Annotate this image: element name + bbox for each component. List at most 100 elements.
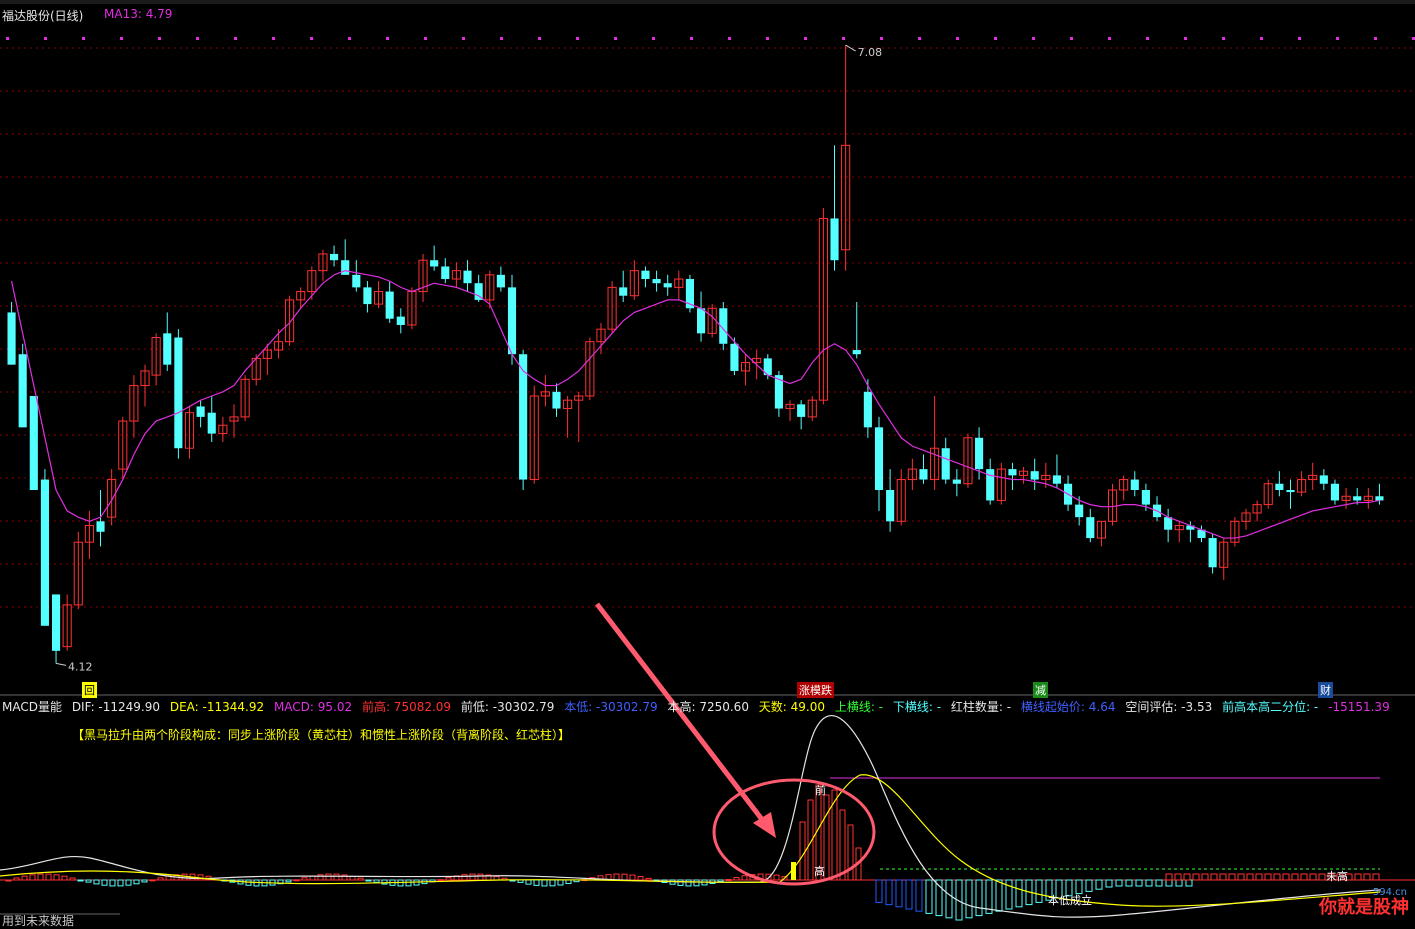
macd-bar	[645, 877, 652, 881]
marker-dot	[234, 37, 237, 40]
candlestick-chart[interactable]: 7.08 4.12 前高本低成立 未高	[0, 0, 1415, 927]
candle-body	[730, 343, 739, 371]
event-tag-cai[interactable]: 财	[1318, 682, 1333, 698]
macd-bar	[13, 877, 20, 881]
macd-bar	[461, 874, 468, 881]
marker-dot	[196, 37, 199, 40]
candle-body	[1319, 475, 1328, 484]
candle-body	[1353, 496, 1362, 501]
macd-bar-red-small	[1246, 873, 1254, 881]
macd-bar-cyan	[1015, 879, 1023, 908]
high-price-label: 7.08	[858, 46, 883, 59]
candle-body	[496, 274, 505, 288]
candle-body	[1075, 504, 1084, 518]
candle-body	[207, 412, 216, 434]
candle-body	[7, 312, 16, 365]
marker-dot	[348, 37, 351, 40]
marker-dot	[1336, 37, 1339, 40]
candle-body	[163, 333, 172, 365]
candle-body	[396, 316, 405, 325]
macd-bar	[29, 874, 36, 881]
marker-dot	[842, 37, 845, 40]
cross-start-value: 横线起始价: 4.64	[1020, 700, 1116, 714]
macd-bar-cyan	[1125, 879, 1133, 887]
marker-dot	[120, 37, 123, 40]
macd-bar-cyan	[925, 879, 933, 914]
marker-dot	[272, 37, 275, 40]
macd-bar-cyan	[1105, 879, 1113, 888]
macd-bar	[773, 874, 780, 881]
macd-bar	[5, 879, 12, 882]
candle-body	[975, 437, 984, 470]
macd-bar	[405, 879, 412, 887]
macd-bar	[77, 879, 84, 882]
macd-bar	[101, 879, 108, 886]
macd-bar	[117, 879, 124, 887]
candle-body	[1330, 483, 1340, 501]
macd-bar	[437, 879, 444, 882]
marker-dot	[1260, 37, 1263, 40]
candle-body	[1086, 517, 1095, 539]
label-gao: 高	[814, 864, 825, 878]
candle-body	[430, 260, 439, 267]
macd-bar-red-small	[1228, 873, 1236, 881]
candle-body	[385, 291, 394, 319]
marker-dot	[956, 37, 959, 40]
label-qian: 前	[815, 783, 826, 797]
space-eval-value: 空间评估: -3.53	[1125, 700, 1213, 714]
marker-dot	[804, 37, 807, 40]
marker-dot	[1108, 37, 1111, 40]
candle-body	[863, 391, 872, 428]
marker-dot	[424, 37, 427, 40]
macd-bar	[21, 875, 28, 881]
event-tag-jian[interactable]: 减	[1033, 682, 1048, 698]
event-tag-zhangmodie[interactable]: 涨模跌	[797, 682, 834, 698]
candle-body	[96, 521, 105, 532]
candle-body	[1286, 490, 1295, 493]
marker-dot	[1070, 37, 1073, 40]
macd-bar-cyan	[1005, 879, 1013, 910]
macd-bar	[357, 877, 364, 881]
low-pointer	[55, 662, 67, 666]
candle-body	[941, 448, 950, 480]
macd-bar-red-small	[1291, 873, 1299, 881]
watermark-logo: 你就是股神	[1319, 897, 1409, 918]
macd-bar-red-small	[1210, 873, 1218, 881]
marker-dot	[728, 37, 731, 40]
marker-dot	[82, 37, 85, 40]
macd-bar	[693, 879, 700, 887]
marker-dot	[994, 37, 997, 40]
candle-body	[830, 218, 839, 261]
macd-bar	[109, 879, 116, 887]
macd-bar-red-small	[1219, 873, 1227, 881]
macd-bar-red	[799, 821, 806, 881]
macd-bar	[549, 879, 556, 887]
marker-dot	[690, 37, 693, 40]
macd-bar	[733, 876, 740, 881]
marker-dot	[766, 37, 769, 40]
macd-bar-cyan	[1175, 879, 1183, 887]
event-tag-hui[interactable]: 回	[82, 682, 97, 698]
macd-bar	[93, 879, 100, 885]
marker-dot	[1146, 37, 1149, 40]
candle-body	[1030, 471, 1039, 480]
candle-body	[552, 391, 561, 409]
macd-bar	[45, 873, 52, 881]
macd-bar	[629, 874, 636, 881]
last-value: -15151.39	[1328, 700, 1390, 714]
macd-bar-red-small	[1354, 873, 1362, 881]
prev-low-value: 前低: -30302.79	[460, 700, 555, 714]
macd-bar-red-small	[1282, 873, 1290, 881]
macd-bar	[621, 873, 628, 881]
candle-body	[507, 287, 517, 355]
macd-bar	[637, 875, 644, 881]
indicator-name[interactable]: MACD量能	[2, 700, 62, 714]
label-benditlichengli: 本低成立	[1048, 893, 1092, 907]
candle-body	[1008, 469, 1017, 476]
this-low-value: 本低: -30302.79	[564, 700, 658, 714]
candle-body	[1052, 475, 1061, 484]
candle-body	[641, 270, 650, 280]
candle-body	[363, 287, 372, 305]
dea-value: DEA: -11344.92	[169, 700, 265, 714]
macd-bar-cyan	[995, 879, 1003, 912]
